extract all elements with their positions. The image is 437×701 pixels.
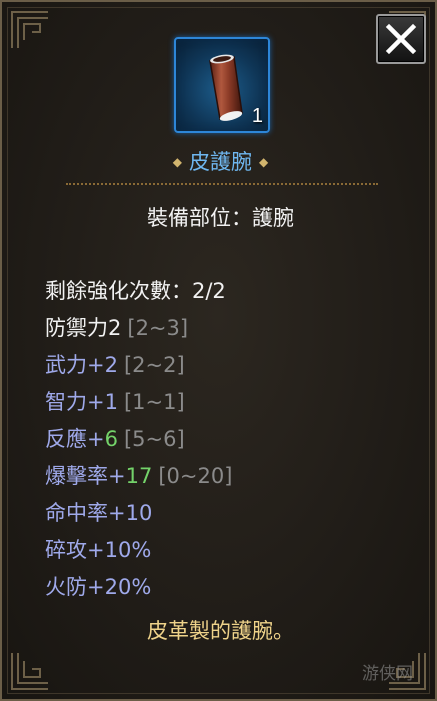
stat-name: 武力 <box>45 353 87 377</box>
stat-value: 10% <box>104 538 152 562</box>
stat-range: [2~3] <box>127 316 189 340</box>
watermark: 游侠网 <box>362 664 413 684</box>
stat-row: 智力+1 [1~1] <box>45 386 232 423</box>
stat-prefix: + <box>87 575 105 599</box>
corner-ornament-icon <box>11 11 48 48</box>
stat-row: 防禦力2 [2~3] <box>45 312 232 349</box>
stat-row: 反應+6 [5~6] <box>45 423 232 460</box>
diamond-right-icon: ◆ <box>259 155 269 169</box>
stat-row: 武力+2 [2~2] <box>45 349 232 386</box>
item-tooltip-panel: 1 ◆ 皮護腕 ◆ 裝備部位：護腕 剩餘強化次數：2/2 防禦力2 [2~3] 武力+2… <box>0 0 437 701</box>
stat-range: [0~20] <box>158 464 233 488</box>
stat-prefix: + <box>87 427 105 451</box>
stat-value: 6 <box>104 427 118 451</box>
stat-value: 1 <box>104 390 118 414</box>
stat-value: 2 <box>104 353 118 377</box>
item-description: 皮革製的護腕。 <box>147 619 294 643</box>
stat-name: 智力 <box>45 390 87 414</box>
leather-bracer-icon <box>209 54 243 121</box>
stat-value: 17 <box>125 464 153 488</box>
close-icon <box>385 23 417 55</box>
stat-prefix: + <box>108 501 126 525</box>
close-button[interactable] <box>376 14 426 64</box>
stat-prefix: + <box>87 390 105 414</box>
stat-rows: 防禦力2 [2~3] 武力+2 [2~2] 智力+1 [1~1] 反應+6 [5~6] 爆擊率+… <box>45 312 232 608</box>
stat-range: [2~2] <box>123 353 185 377</box>
stat-name: 反應 <box>45 427 87 451</box>
equip-slot: 裝備部位：護腕 <box>147 206 294 230</box>
stat-prefix: + <box>108 464 126 488</box>
stat-row: 火防+20% <box>45 571 232 608</box>
stat-range: [1~1] <box>123 390 185 414</box>
stat-row: 碎攻+10% <box>45 534 232 571</box>
refine-remaining: 剩餘強化次數：2/2 <box>45 279 226 303</box>
diamond-left-icon: ◆ <box>172 155 182 169</box>
stat-prefix: + <box>87 538 105 562</box>
stat-name: 碎攻 <box>45 538 87 562</box>
item-icon-slot[interactable]: 1 <box>174 37 270 133</box>
stat-name: 爆擊率 <box>45 464 108 488</box>
item-name: ◆ 皮護腕 ◆ <box>2 146 437 176</box>
corner-ornament-icon <box>11 653 48 690</box>
stat-list: 剩餘強化次數：2/2 防禦力2 [2~3] 武力+2 [2~2] 智力+1 [1~1] 反應… <box>45 275 232 608</box>
item-name-text: 皮護腕 <box>189 150 252 174</box>
stat-value: 2 <box>108 316 122 340</box>
stat-value: 10 <box>125 501 153 525</box>
stat-prefix: + <box>87 353 105 377</box>
stat-name: 命中率 <box>45 501 108 525</box>
stat-name: 火防 <box>45 575 87 599</box>
stat-row: 命中率+10 <box>45 497 232 534</box>
stat-name: 防禦力 <box>45 316 108 340</box>
stat-value: 20% <box>104 575 152 599</box>
stat-range: [5~6] <box>123 427 185 451</box>
divider <box>66 183 378 185</box>
stat-row: 爆擊率+17 [0~20] <box>45 460 232 497</box>
item-count: 1 <box>251 105 263 127</box>
